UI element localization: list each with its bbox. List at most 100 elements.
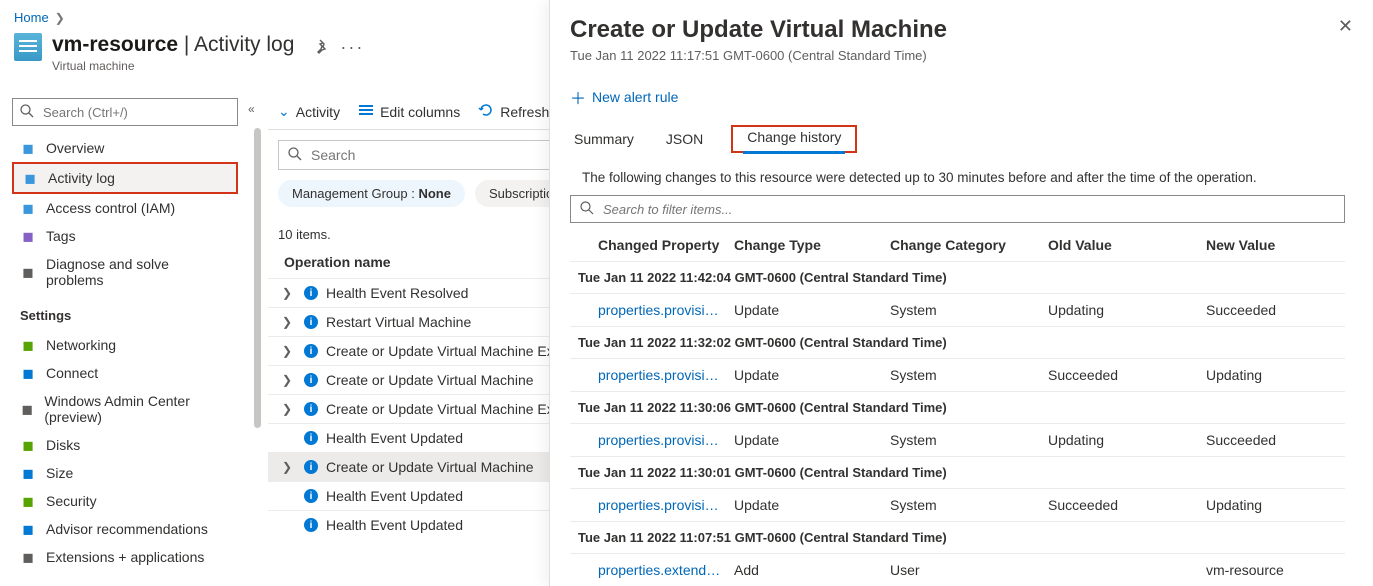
search-icon: [579, 200, 595, 219]
breadcrumb-home[interactable]: Home: [14, 10, 49, 25]
sidebar-item-disks[interactable]: ◼ Disks: [12, 431, 238, 459]
wac-icon: ◼: [20, 401, 34, 417]
changed-property-link[interactable]: properties.provision…: [598, 497, 734, 513]
filter-management-group[interactable]: Management Group : None: [278, 180, 465, 207]
col-changed-property[interactable]: Changed Property: [598, 237, 734, 253]
change-type: Add: [734, 562, 890, 578]
operation-name: Create or Update Virtual Machine: [326, 372, 534, 388]
close-icon[interactable]: ✕: [1338, 16, 1353, 37]
change-group-timestamp: Tue Jan 11 2022 11:32:02 GMT-0600 (Centr…: [570, 327, 1345, 359]
change-type: Update: [734, 432, 890, 448]
tab-change-history[interactable]: Change history: [743, 123, 845, 154]
sidebar-item-label: Disks: [46, 437, 80, 453]
page-subtitle: Virtual machine: [52, 59, 294, 73]
more-icon[interactable]: ···: [340, 37, 364, 58]
chevron-right-icon: ❯: [282, 373, 296, 387]
connect-icon: ◼: [20, 365, 36, 381]
panel-tabs: Summary JSON Change history: [570, 125, 1345, 154]
columns-icon: [358, 102, 374, 121]
size-icon: ◼: [20, 465, 36, 481]
operation-name: Health Event Updated: [326, 488, 463, 504]
tab-summary[interactable]: Summary: [570, 125, 638, 153]
info-icon: i: [304, 402, 318, 416]
changes-header: Changed Property Change Type Change Cate…: [570, 229, 1345, 262]
chevron-right-icon: ❯: [282, 286, 296, 300]
sidebar-search-input[interactable]: [41, 104, 231, 121]
page-title: vm-resource | Activity log: [52, 33, 294, 57]
change-row: properties.provision…UpdateSystemUpdatin…: [570, 424, 1345, 457]
wrench-icon: ◼: [20, 264, 36, 280]
sidebar-item-security[interactable]: ◼ Security: [12, 487, 238, 515]
changed-property-link[interactable]: properties.provision…: [598, 367, 734, 383]
sidebar: « ◼Overview◼Activity log◼Access control …: [12, 98, 238, 571]
old-value: Succeeded: [1048, 367, 1206, 383]
sidebar-item-label: Activity log: [48, 170, 115, 186]
pin-icon[interactable]: [314, 38, 330, 57]
change-row: properties.extended…AddUser vm-resource: [570, 554, 1345, 586]
sidebar-item-access-control-iam-[interactable]: ◼Access control (IAM): [12, 194, 238, 222]
changed-property-link[interactable]: properties.provision…: [598, 302, 734, 318]
network-icon: ◼: [20, 337, 36, 353]
new-alert-rule-button[interactable]: ＋ New alert rule: [570, 85, 1345, 109]
chevron-right-icon: ❯: [282, 315, 296, 329]
toolbar-edit-columns[interactable]: Edit columns: [358, 102, 460, 121]
filter-input[interactable]: [601, 201, 1336, 218]
sidebar-item-diagnose-and-solve-problems[interactable]: ◼Diagnose and solve problems: [12, 250, 238, 294]
old-value: Succeeded: [1048, 497, 1206, 513]
sidebar-item-networking[interactable]: ◼ Networking: [12, 331, 238, 359]
change-category: User: [890, 562, 1048, 578]
change-group-timestamp: Tue Jan 11 2022 11:30:01 GMT-0600 (Centr…: [570, 457, 1345, 489]
sidebar-item-activity-log[interactable]: ◼Activity log: [12, 162, 238, 194]
sidebar-item-label: Security: [46, 493, 97, 509]
change-group-timestamp: Tue Jan 11 2022 11:07:51 GMT-0600 (Centr…: [570, 522, 1345, 554]
panel-description: The following changes to this resource w…: [582, 170, 1345, 185]
col-old-value[interactable]: Old Value: [1048, 237, 1206, 253]
change-group-timestamp: Tue Jan 11 2022 11:42:04 GMT-0600 (Centr…: [570, 262, 1345, 294]
details-panel: ✕ Create or Update Virtual Machine Tue J…: [549, 0, 1373, 586]
operation-name: Restart Virtual Machine: [326, 314, 471, 330]
col-change-category[interactable]: Change Category: [890, 237, 1048, 253]
info-icon: i: [304, 460, 318, 474]
toolbar-refresh[interactable]: Refresh: [478, 102, 549, 121]
change-group-timestamp: Tue Jan 11 2022 11:30:06 GMT-0600 (Centr…: [570, 392, 1345, 424]
change-row: properties.provision…UpdateSystemSucceed…: [570, 489, 1345, 522]
sidebar-item-size[interactable]: ◼Size: [12, 459, 238, 487]
sidebar-item-overview[interactable]: ◼Overview: [12, 134, 238, 162]
disk-icon: ◼: [20, 437, 36, 453]
old-value: [1048, 562, 1206, 578]
sidebar-item-label: Extensions + applications: [46, 549, 204, 565]
sidebar-item-windows-admin-center-preview-[interactable]: ◼Windows Admin Center (preview): [12, 387, 238, 431]
monitor-icon: ◼: [20, 140, 36, 156]
change-type: Update: [734, 367, 890, 383]
new-value: Succeeded: [1206, 432, 1345, 448]
panel-title: Create or Update Virtual Machine: [570, 16, 1345, 44]
tab-json[interactable]: JSON: [662, 125, 707, 153]
change-type: Update: [734, 497, 890, 513]
sidebar-item-advisor-recommendations[interactable]: ◼Advisor recommendations: [12, 515, 238, 543]
sidebar-item-connect[interactable]: ◼Connect: [12, 359, 238, 387]
collapse-sidebar-icon[interactable]: «: [248, 102, 255, 116]
col-new-value[interactable]: New Value: [1206, 237, 1345, 253]
sidebar-search[interactable]: [12, 98, 238, 126]
info-icon: i: [304, 373, 318, 387]
shield-icon: ◼: [20, 493, 36, 509]
new-value: Succeeded: [1206, 302, 1345, 318]
changed-property-link[interactable]: properties.extended…: [598, 562, 734, 578]
chevron-right-icon: ❯: [282, 460, 296, 474]
sidebar-item-tags[interactable]: ◼Tags: [12, 222, 238, 250]
sidebar-item-extensions-applications[interactable]: ◼ Extensions + applications: [12, 543, 238, 571]
filter-box[interactable]: [570, 195, 1345, 223]
search-icon: [19, 103, 35, 122]
scrollbar[interactable]: [254, 128, 261, 428]
chevron-down-icon: ⌄: [278, 103, 290, 120]
ext-icon: ◼: [20, 549, 36, 565]
new-value: vm-resource: [1206, 562, 1345, 578]
old-value: Updating: [1048, 302, 1206, 318]
col-change-type[interactable]: Change Type: [734, 237, 890, 253]
sidebar-item-label: Access control (IAM): [46, 200, 175, 216]
changed-property-link[interactable]: properties.provision…: [598, 432, 734, 448]
info-icon: i: [304, 489, 318, 503]
change-row: properties.provision…UpdateSystemSucceed…: [570, 359, 1345, 392]
toolbar-activity[interactable]: ⌄ Activity: [278, 103, 340, 120]
sidebar-item-label: Networking: [46, 337, 116, 353]
